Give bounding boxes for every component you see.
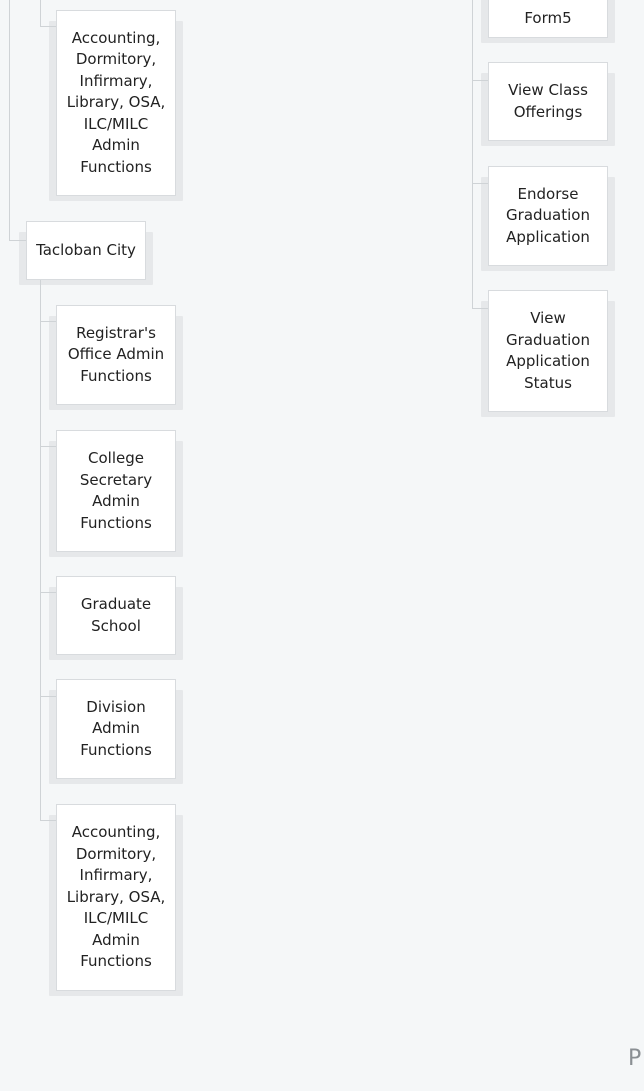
tree-connector-root-branch bbox=[9, 240, 26, 241]
tree-connector-top-branch bbox=[40, 26, 56, 27]
tree-connector-branch-2 bbox=[40, 446, 56, 447]
node-label: College Secretary Admin Functions bbox=[79, 449, 153, 532]
node-label: Accounting, Dormitory, Infirmary, Librar… bbox=[66, 28, 166, 176]
node-college-secretary-admin[interactable]: College Secretary Admin Functions bbox=[49, 430, 183, 557]
node-accounting-admin-bottom[interactable]: Accounting, Dormitory, Infirmary, Librar… bbox=[49, 804, 183, 996]
node-label: View Graduation Application Status bbox=[506, 309, 590, 392]
tree-connector-branch-5 bbox=[40, 820, 56, 821]
node-tacloban-city[interactable]: Tacloban City bbox=[19, 221, 153, 285]
node-label: Endorse Graduation Application bbox=[506, 184, 590, 246]
node-view-class-offerings[interactable]: View Class Offerings bbox=[481, 62, 615, 146]
node-form5[interactable]: Form5 bbox=[481, 0, 615, 43]
node-label: Tacloban City bbox=[36, 240, 136, 259]
node-label: Accounting, Dormitory, Infirmary, Librar… bbox=[66, 823, 166, 971]
node-registrar-admin[interactable]: Registrar's Office Admin Functions bbox=[49, 305, 183, 410]
tree-connector-right-branch-3 bbox=[472, 308, 488, 309]
node-label: View Class Offerings bbox=[508, 81, 588, 121]
node-label: Form5 bbox=[524, 9, 572, 28]
tree-connector-top bbox=[40, 0, 41, 26]
tree-connector-root bbox=[9, 0, 10, 240]
node-accounting-admin-top[interactable]: Accounting, Dormitory, Infirmary, Librar… bbox=[49, 10, 183, 201]
tree-connector-branch-1 bbox=[40, 321, 56, 322]
node-label: Registrar's Office Admin Functions bbox=[67, 323, 165, 385]
node-label: Graduate School bbox=[80, 595, 152, 635]
tree-connector-right-branch-1 bbox=[472, 80, 488, 81]
tree-connector-tacloban bbox=[40, 280, 41, 821]
tree-connector-branch-3 bbox=[40, 592, 56, 593]
node-label: Division Admin Functions bbox=[80, 697, 152, 759]
tree-connector-branch-4 bbox=[40, 696, 56, 697]
corner-partial-label: P bbox=[628, 1046, 642, 1071]
node-graduate-school[interactable]: Graduate School bbox=[49, 576, 183, 660]
tree-connector-right-branch-2 bbox=[472, 183, 488, 184]
tree-connector-right bbox=[472, 0, 473, 308]
node-division-admin[interactable]: Division Admin Functions bbox=[49, 679, 183, 784]
node-endorse-graduation-application[interactable]: Endorse Graduation Application bbox=[481, 166, 615, 271]
node-view-graduation-application-status[interactable]: View Graduation Application Status bbox=[481, 290, 615, 417]
